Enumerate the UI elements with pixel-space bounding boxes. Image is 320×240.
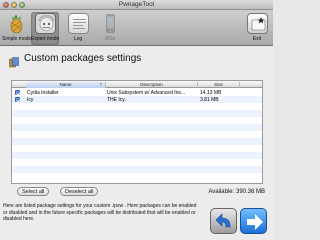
toolbar-expert-mode[interactable]: Expert mode [31, 12, 59, 45]
toolbar-ibss-label: IBSs [104, 36, 116, 42]
select-all-button[interactable]: Select all [17, 187, 50, 196]
packages-table: Name ^ Description Size Cydia Installer … [11, 80, 263, 184]
info-text: Here are listed package settings for you… [3, 203, 197, 223]
toolbar-simple-mode[interactable]: Simple mode [2, 12, 32, 45]
sort-ascending-icon: ^ [99, 82, 102, 87]
column-header-size[interactable]: Size [197, 82, 239, 88]
toolbar-exit-label: Exit [252, 36, 262, 42]
empty-row [12, 152, 262, 159]
back-arrow-icon [215, 213, 231, 228]
empty-row [12, 124, 262, 131]
deselect-all-button[interactable]: Deselect all [60, 187, 99, 196]
toolbar-exit[interactable]: Exit [243, 12, 271, 45]
log-icon [67, 13, 89, 34]
empty-row [12, 117, 262, 124]
column-header-spacer [239, 82, 262, 88]
page-title: Custom packages settings [24, 53, 142, 64]
empty-row [12, 173, 262, 180]
back-button[interactable] [210, 208, 237, 234]
window-title: PwnageTool [118, 1, 155, 8]
empty-row [12, 138, 262, 145]
available-space: Available: 390.36 MB [208, 189, 265, 195]
column-header-description[interactable]: Description [105, 82, 197, 88]
toolbar-log-label: Log [73, 36, 83, 42]
row-checkbox[interactable] [15, 97, 20, 102]
package-icon [9, 55, 19, 68]
app-window: PwnageTool Simple mode Expert mode Log I… [0, 0, 273, 240]
toolbar-simple-mode-label: Simple mode [2, 36, 32, 42]
toolbar: Simple mode Expert mode Log IBSs Exit [0, 10, 273, 46]
column-header-name[interactable]: Name ^ [26, 82, 105, 88]
empty-row [12, 166, 262, 173]
custom-packages-panel: Custom packages settings Name ^ Descript… [4, 50, 269, 200]
table-row[interactable]: Icy THE Icy. 3.81 MB [12, 96, 262, 103]
empty-row [12, 131, 262, 138]
empty-row [12, 145, 262, 152]
row-checkbox[interactable] [15, 90, 20, 95]
forward-button[interactable] [240, 208, 267, 234]
einstein-icon [34, 13, 56, 34]
iphone-icon [100, 13, 121, 34]
title-bar: PwnageTool [0, 0, 273, 10]
empty-row [12, 103, 262, 110]
table-header: Name ^ Description Size [12, 81, 262, 88]
forward-arrow-icon [247, 214, 263, 230]
empty-row [12, 110, 262, 117]
toolbar-expert-mode-label: Expert mode [31, 36, 60, 42]
toolbar-log[interactable]: Log [64, 12, 92, 45]
table-row[interactable]: Cydia Installer Unix Subsystem w/ Advanc… [12, 89, 262, 96]
toolbar-ibss[interactable]: IBSs [96, 12, 124, 45]
exit-icon [246, 13, 268, 34]
column-header-name-label: Name [59, 82, 72, 87]
pineapple-icon [6, 13, 27, 34]
empty-row [12, 159, 262, 166]
